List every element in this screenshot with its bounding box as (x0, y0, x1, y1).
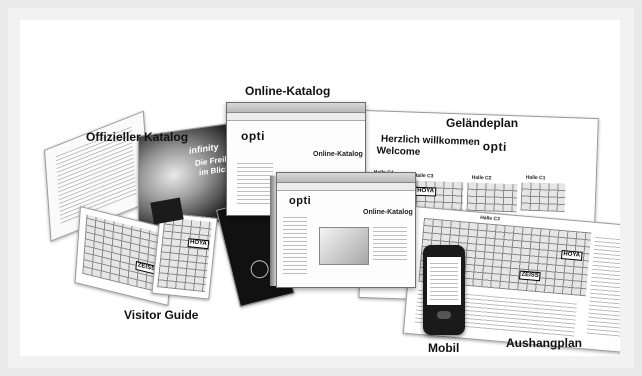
browser-page-title: Online-Katalog (313, 151, 363, 158)
browser-left-strip (270, 176, 276, 286)
brand-hoya: HOYA (560, 250, 583, 261)
browser-toolbar (227, 113, 365, 121)
brand-zeiss: ZEISS (518, 270, 542, 282)
browser-toolbar (277, 183, 415, 191)
phone-content (430, 263, 458, 301)
browser-page-title: Online-Katalog (363, 209, 413, 216)
browser-content (373, 227, 407, 261)
browser-logo: opti (289, 195, 312, 207)
hall-label: Halle C2 (471, 174, 492, 182)
guide-map (157, 217, 213, 293)
browser-titlebar (277, 173, 415, 183)
plan-logo: opti (482, 139, 508, 154)
hall-map-c1 (520, 182, 566, 213)
guide-cover-circle (248, 258, 271, 281)
label-visitor-guide: Visitor Guide (124, 308, 199, 322)
plan-heading-en: Welcome (376, 145, 421, 158)
hall-map-c2 (466, 182, 518, 213)
mobile-phone (423, 245, 465, 335)
label-offizieller-katalog: Offizieller Katalog (86, 130, 189, 144)
label-gelaendeplan: Geländeplan (446, 116, 519, 130)
product-image (319, 227, 369, 265)
label-mobil: Mobil (428, 341, 460, 355)
hall-label: Halle C1 (525, 174, 546, 182)
hall-label: Halle C3 (413, 172, 434, 180)
label-online-katalog: Online-Katalog (245, 84, 331, 98)
browser-content (237, 163, 273, 207)
browser-titlebar (227, 103, 365, 113)
browser-sidebar (283, 217, 307, 277)
hall-label: Halle C3 (479, 214, 501, 223)
phone-screen (427, 257, 461, 305)
phone-home-button (437, 311, 451, 319)
browser-logo: opti (241, 129, 265, 143)
label-aushangplan: Aushangplan (506, 336, 583, 350)
exhibitor-list (586, 236, 620, 340)
brand-hoya: HOYA (415, 186, 437, 197)
visitor-guide-middle: HOYA (151, 212, 218, 300)
browser-window-front: opti Online-Katalog (276, 172, 416, 288)
figure-panel: Herzlich willkommen Welcome opti Halle C… (20, 20, 620, 356)
figure-frame: Herzlich willkommen Welcome opti Halle C… (8, 8, 634, 368)
